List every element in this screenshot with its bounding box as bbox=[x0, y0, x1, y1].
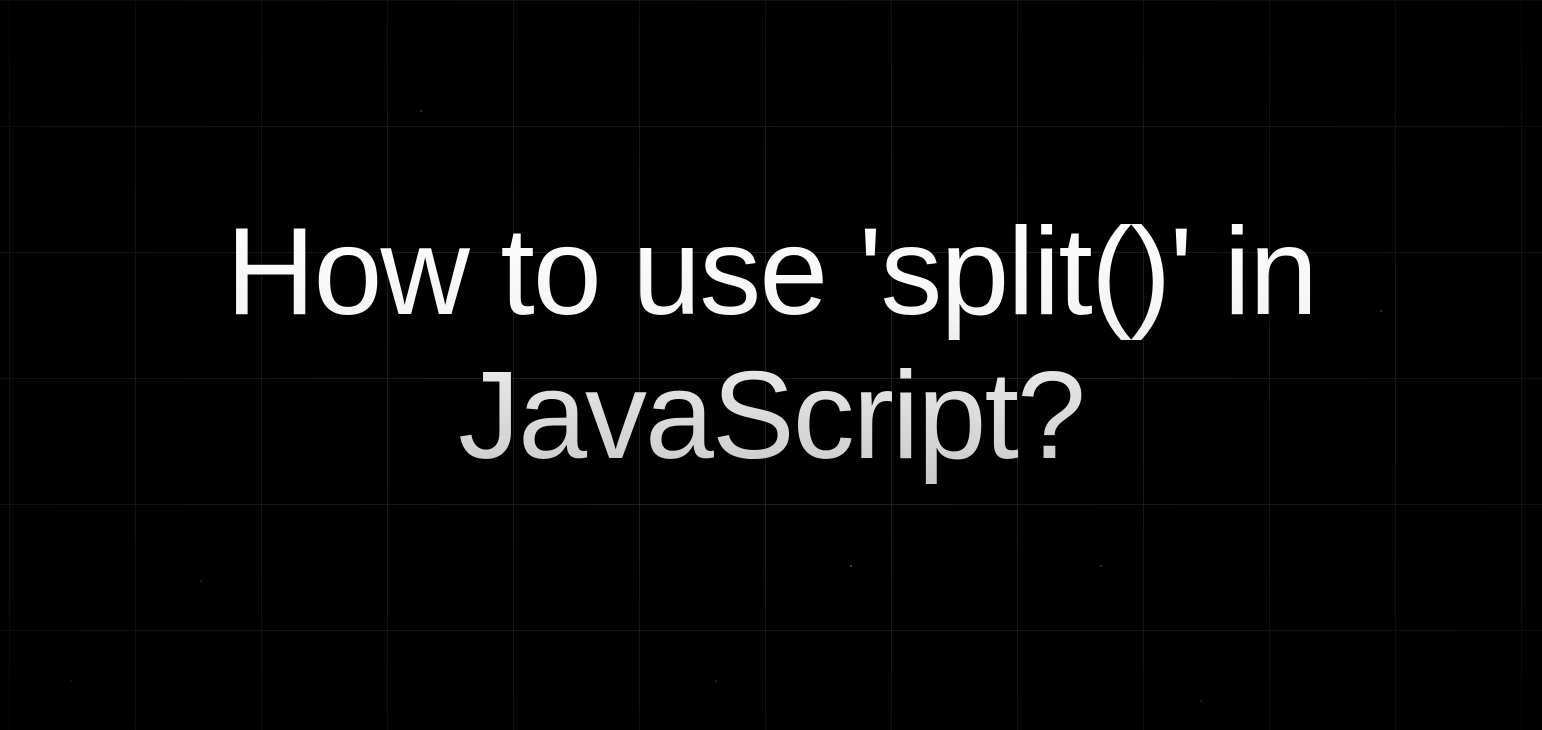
hero-title: How to use 'split()' in JavaScript? bbox=[0, 201, 1542, 489]
hero-content: How to use 'split()' in JavaScript? bbox=[0, 0, 1542, 730]
